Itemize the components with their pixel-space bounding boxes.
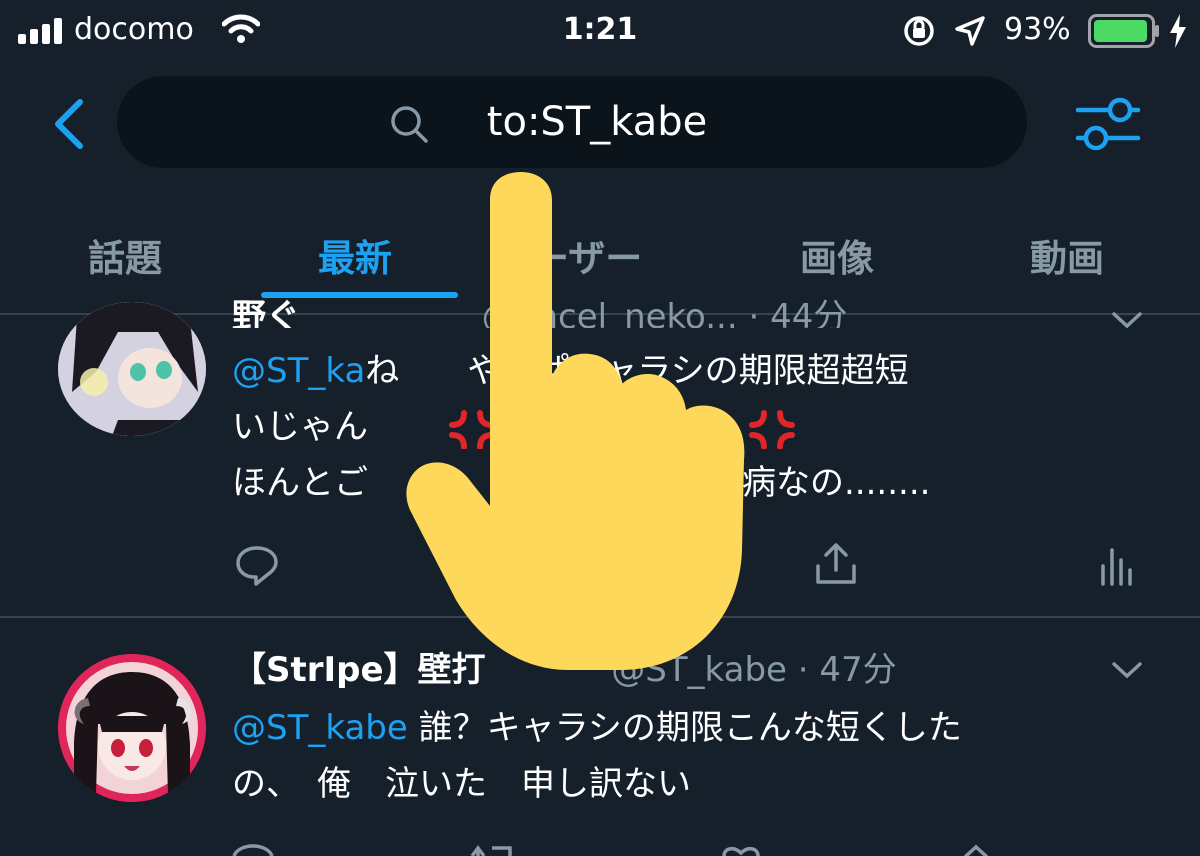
timestamp: · 47分: [797, 650, 897, 690]
pointing-hand-overlay-icon: [406, 172, 745, 670]
display-name[interactable]: 野ぐ: [232, 297, 300, 328]
caret-down-icon[interactable]: [1110, 662, 1144, 682]
caret-down-icon[interactable]: [1110, 312, 1144, 332]
analytics-icon[interactable]: [1098, 544, 1134, 586]
share-icon[interactable]: [812, 540, 860, 588]
tweet-body: @ST_kabe 誰？キャラシの期限こんな短くした の、 俺 泣いた 申し訳ない: [232, 700, 1152, 812]
reply-icon[interactable]: [230, 844, 276, 856]
mention[interactable]: @ST_ka: [232, 351, 365, 391]
like-icon[interactable]: [718, 844, 764, 856]
avatar[interactable]: [58, 654, 206, 802]
avatar-illustration: [58, 302, 206, 436]
mention[interactable]: @ST_kabe: [232, 708, 408, 748]
avatar-illustration: [58, 654, 206, 802]
tweet-line-1: 誰？キャラシの期限こんな短くした: [407, 708, 962, 748]
tweet-line-2: の、 俺 泣いた 申し訳ない: [232, 764, 691, 804]
avatar[interactable]: [58, 302, 206, 436]
reply-icon[interactable]: [234, 544, 280, 588]
retweet-icon[interactable]: [466, 844, 516, 856]
share-icon[interactable]: [956, 844, 996, 856]
